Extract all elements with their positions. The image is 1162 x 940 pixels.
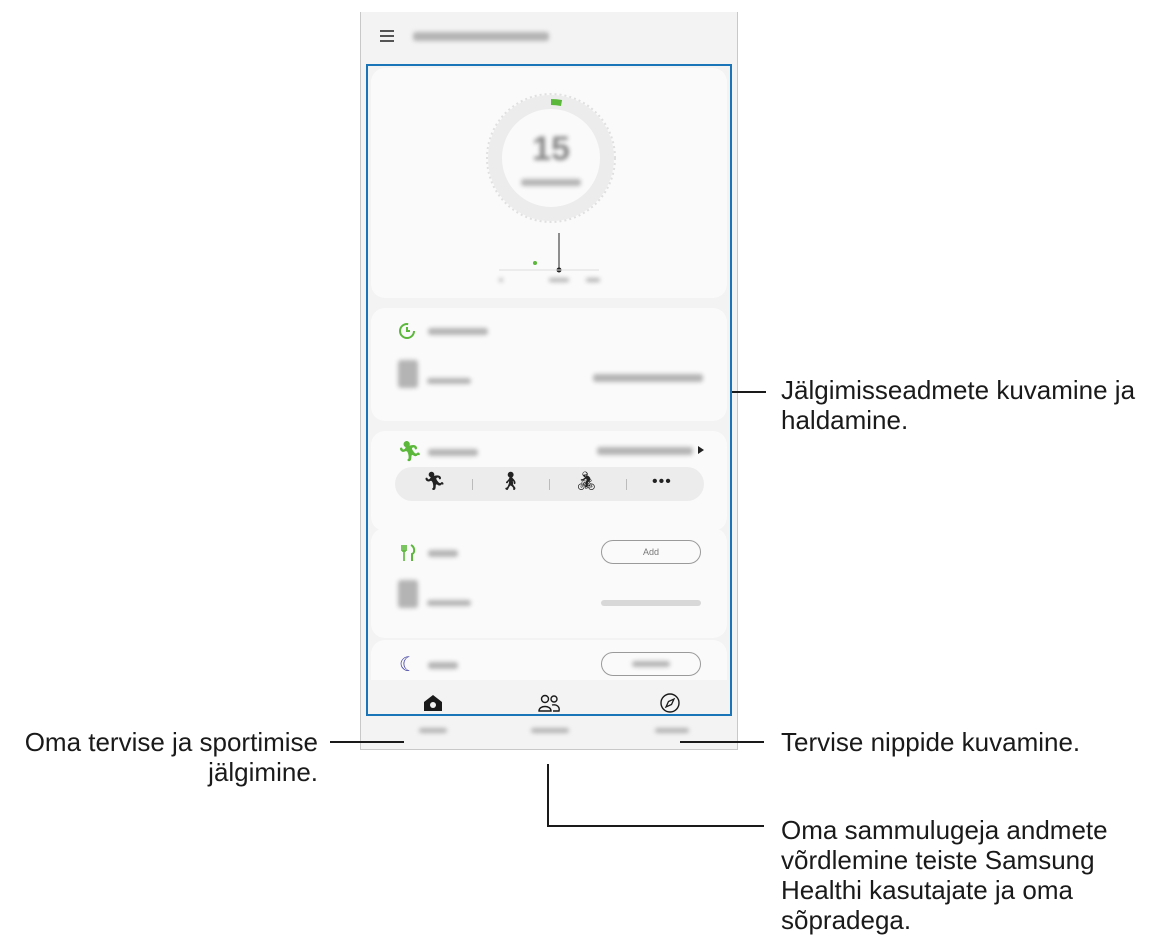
nav-together-label-blurred [531, 728, 569, 733]
app-title-blurred [413, 32, 549, 41]
annotation-discover: Tervise nippide kuvamine. [781, 727, 1081, 757]
leader-line-home [330, 741, 404, 743]
leader-line-together-v [547, 764, 549, 826]
leader-line-tracker [732, 391, 766, 393]
annotation-home: Oma tervise ja sportimise jälgimine. [24, 727, 318, 787]
annotation-together: Oma sammulugeja andmete võrdlemine teist… [781, 815, 1108, 935]
nav-home-label-blurred [419, 728, 447, 733]
leader-line-discover [680, 741, 764, 743]
nav-discover-label-blurred [655, 728, 689, 733]
leader-line-together-h [547, 825, 764, 827]
app-bar [361, 12, 737, 62]
highlight-frame [366, 64, 732, 716]
menu-icon[interactable] [380, 30, 394, 42]
annotation-tracker: Jälgimisseadmete kuvamine ja haldamine. [781, 375, 1136, 435]
